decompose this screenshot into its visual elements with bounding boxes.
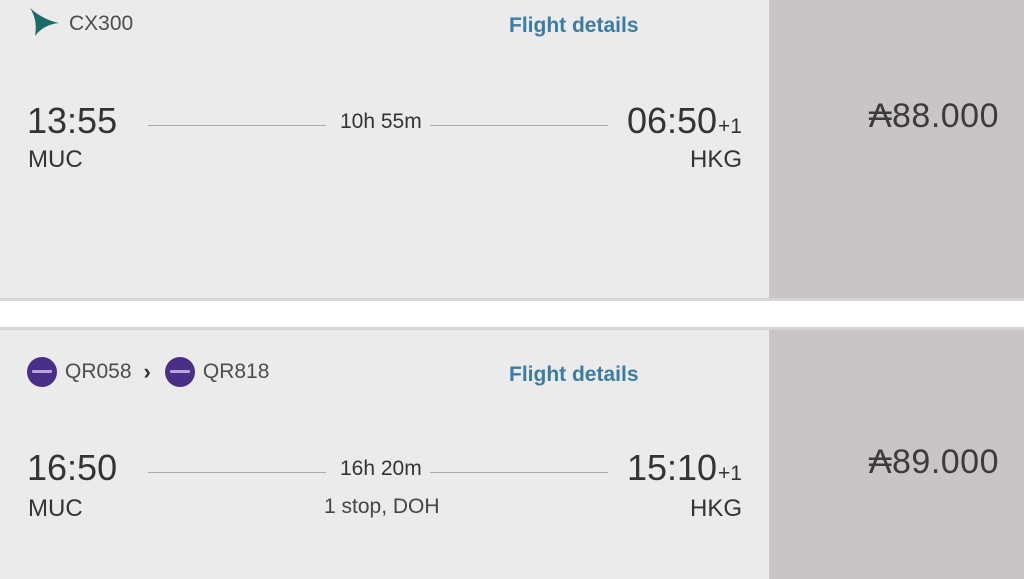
route-line bbox=[430, 472, 608, 473]
departure-time: 16:50 bbox=[27, 447, 118, 488]
flight-details-link[interactable]: Flight details bbox=[509, 14, 639, 38]
stops-info: 1 stop, DOH bbox=[324, 495, 440, 518]
departure-time: 13:55 bbox=[27, 100, 118, 141]
arrival-time: 06:50+1 bbox=[626, 100, 742, 141]
flight-duration: 10h 55m bbox=[340, 110, 422, 133]
arrival-airport: HKG bbox=[689, 146, 742, 173]
flight-details-link[interactable]: Flight details bbox=[509, 363, 639, 387]
day-offset: +1 bbox=[718, 115, 742, 138]
departure-airport: MUC bbox=[28, 146, 83, 173]
price: ₳88.000 bbox=[868, 97, 999, 135]
chevron-right-icon: › bbox=[143, 359, 151, 384]
flight-number: QR818 bbox=[202, 360, 270, 383]
departure-airport: MUC bbox=[28, 495, 83, 522]
price-panel[interactable]: ₳88.000 bbox=[769, 0, 1024, 298]
arrival-time: 15:10+1 bbox=[626, 447, 742, 488]
price-panel[interactable]: ₳89.000 bbox=[769, 330, 1024, 579]
price: ₳89.000 bbox=[868, 443, 999, 481]
flight-result-card-2[interactable]: QR058 › QR818 Flight details 16:50 MUC 1… bbox=[0, 327, 1024, 579]
route-line bbox=[148, 125, 326, 126]
flight-number: QR058 bbox=[65, 360, 132, 383]
day-offset: +1 bbox=[718, 462, 742, 485]
flight-duration: 16h 20m bbox=[340, 457, 422, 480]
arrival-airport: HKG bbox=[689, 495, 742, 522]
cathay-pacific-logo-icon bbox=[27, 6, 61, 42]
qatar-airways-logo-icon bbox=[27, 357, 57, 387]
route-line bbox=[430, 125, 608, 126]
flight-number: CX300 bbox=[69, 12, 134, 35]
flight-numbers: CX300 bbox=[27, 4, 133, 44]
route-line bbox=[148, 472, 326, 473]
qatar-airways-logo-icon bbox=[164, 357, 195, 387]
flight-result-card-1[interactable]: CX300 Flight details 13:55 MUC 10h 55m 0… bbox=[0, 0, 1024, 301]
flight-numbers: QR058 › QR818 bbox=[27, 352, 269, 392]
